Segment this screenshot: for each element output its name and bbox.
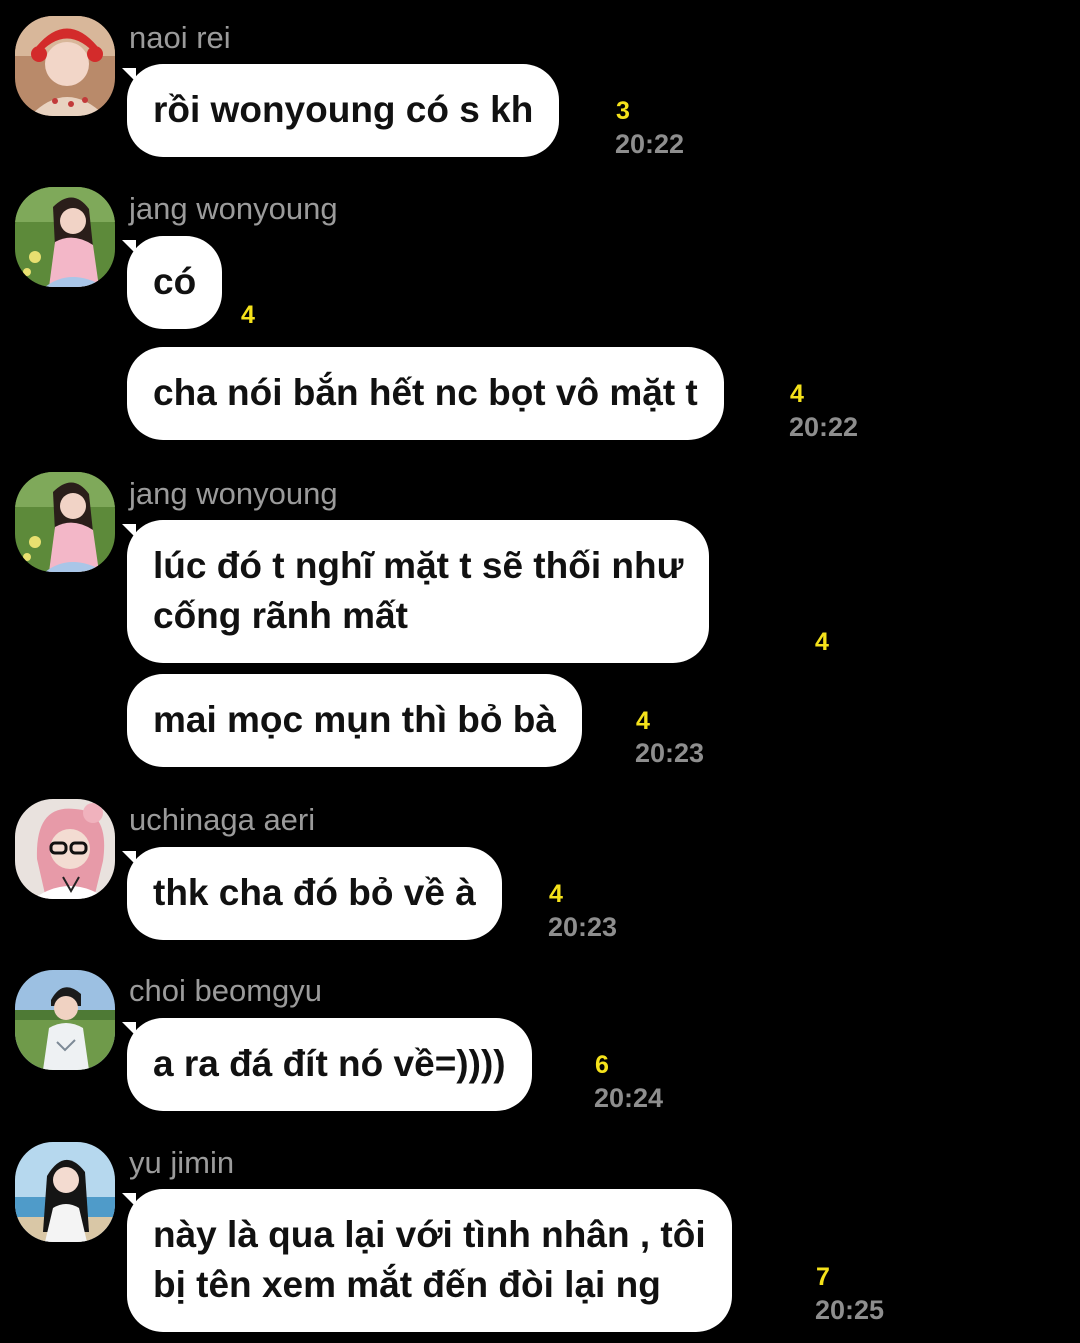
sender-name: choi beomgyu	[129, 973, 323, 1008]
avatar-uchinaga-aeri[interactable]	[15, 799, 115, 899]
avatar-yu-jimin[interactable]	[15, 1142, 115, 1242]
avatar-jang-wonyoung-image	[15, 472, 115, 572]
avatar-jang-wonyoung[interactable]	[15, 187, 115, 287]
message-bubble[interactable]: thk cha đó bỏ về à	[127, 847, 502, 940]
message-time: 20:22	[789, 412, 859, 442]
message-bubble[interactable]: cha nói bắn hết nc bọt vô mặt t	[127, 347, 724, 440]
message-bubble[interactable]: có	[127, 236, 223, 329]
unread-count: 4	[636, 707, 650, 735]
unread-count: 7	[816, 1263, 830, 1291]
message-time: 20:24	[594, 1083, 664, 1113]
sender-name: yu jimin	[129, 1145, 235, 1180]
message-bubble[interactable]: này là qua lại với tình nhân , tôi bị tê…	[127, 1189, 732, 1332]
avatar-jang-wonyoung-image	[15, 187, 115, 287]
avatar-yu-jimin-image	[15, 1142, 115, 1242]
message-time: 20:23	[548, 912, 618, 942]
avatar-uchinaga-aeri-image	[15, 799, 115, 899]
unread-count: 4	[549, 880, 563, 908]
unread-count: 4	[241, 301, 255, 329]
avatar-choi-beomgyu-image	[15, 970, 115, 1070]
unread-count: 3	[616, 97, 630, 125]
message-bubble[interactable]: lúc đó t nghĩ mặt t sẽ thối như cống rãn…	[127, 520, 710, 663]
unread-count: 4	[790, 380, 804, 408]
unread-count: 6	[595, 1051, 609, 1079]
sender-name: naoi rei	[129, 20, 231, 55]
unread-count: 4	[815, 628, 829, 656]
sender-name: jang wonyoung	[129, 191, 338, 226]
avatar-jang-wonyoung[interactable]	[15, 472, 115, 572]
message-bubble[interactable]: rồi wonyoung có s kh	[127, 64, 560, 157]
message-time: 20:22	[615, 129, 685, 159]
sender-name: jang wonyoung	[129, 476, 338, 511]
avatar-naoi-rei[interactable]	[15, 16, 115, 116]
sender-name: uchinaga aeri	[129, 802, 316, 837]
message-time: 20:23	[635, 738, 705, 768]
message-bubble[interactable]: a ra đá đít nó về=))))	[127, 1018, 532, 1111]
avatar-naoi-rei-image	[15, 16, 115, 116]
message-time: 20:25	[815, 1295, 885, 1325]
message-bubble[interactable]: mai mọc mụn thì bỏ bà	[127, 674, 582, 767]
avatar-choi-beomgyu[interactable]	[15, 970, 115, 1070]
